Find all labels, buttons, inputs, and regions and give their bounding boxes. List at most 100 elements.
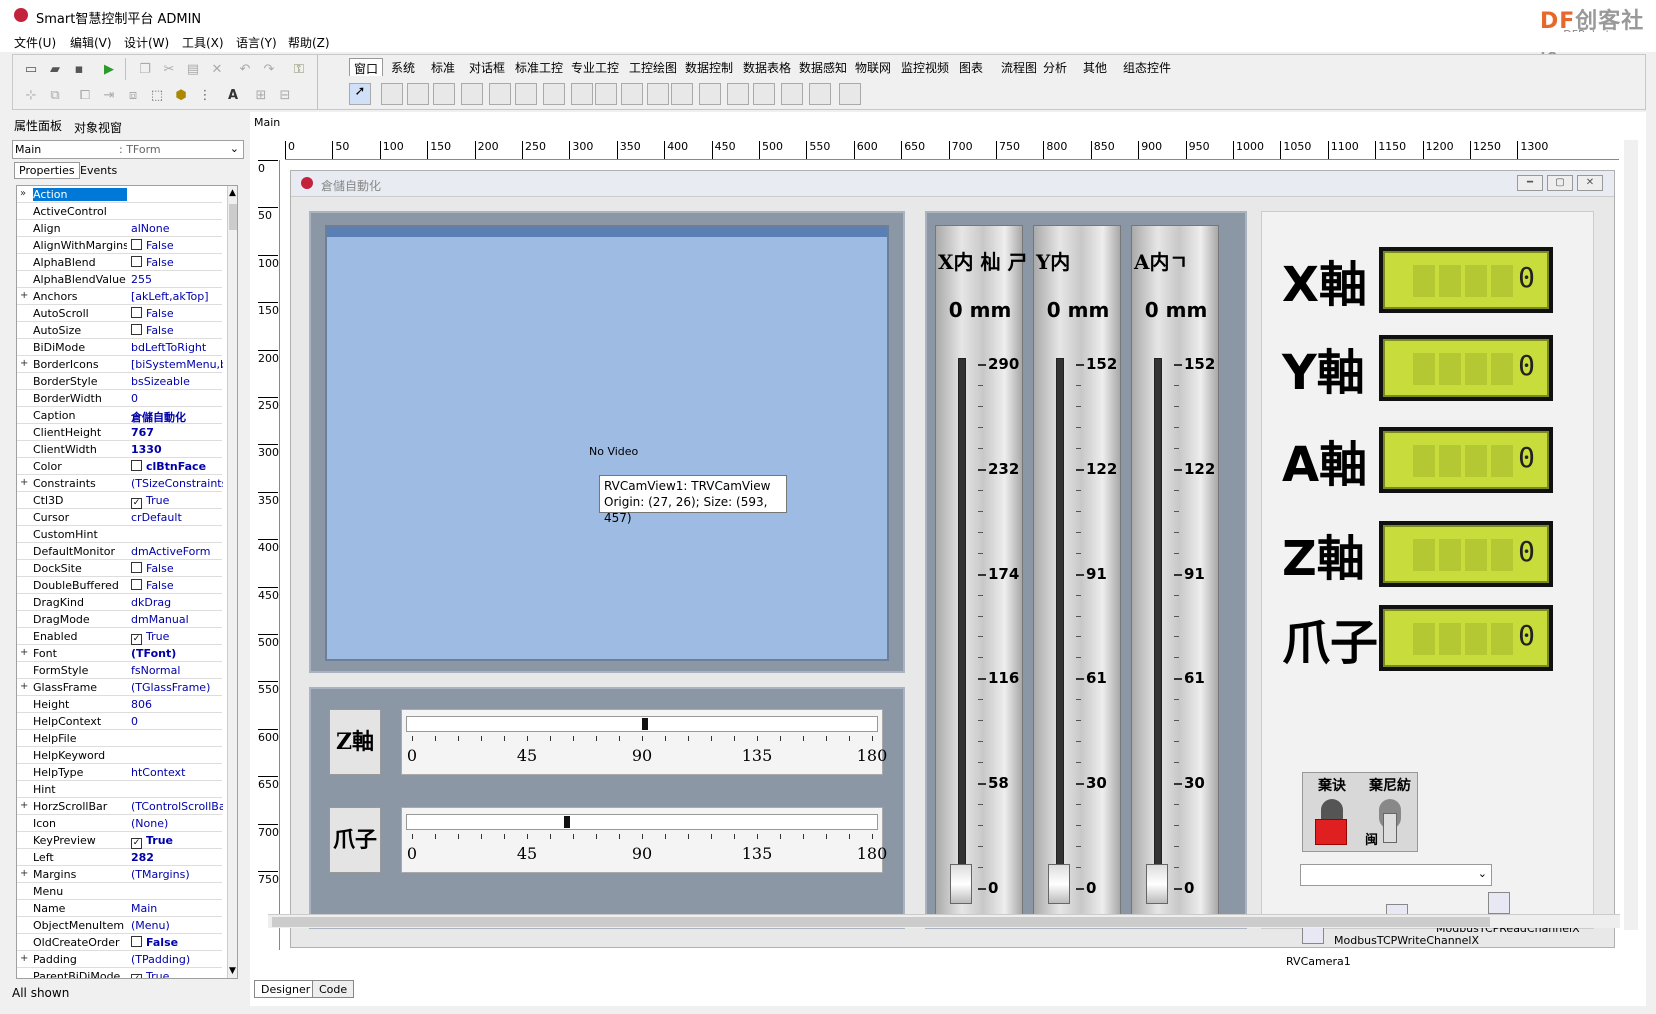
property-value[interactable]: 806	[131, 698, 223, 711]
property-value[interactable]: 767	[131, 426, 223, 439]
property-value[interactable]: (TFont)	[131, 647, 223, 660]
property-value[interactable]: [biSystemMenu,biMini	[131, 358, 223, 371]
property-row[interactable]: Name Main	[17, 900, 222, 917]
checkbox[interactable]	[131, 256, 142, 267]
component-icon[interactable]	[839, 83, 861, 105]
menu-item[interactable]: 设计(W)	[124, 34, 169, 51]
property-value[interactable]: 1330	[131, 443, 223, 456]
property-row[interactable]: BorderWidth 0	[17, 390, 222, 407]
property-row[interactable]: + Margins (TMargins)	[17, 866, 222, 883]
maximize-icon[interactable]: ▢	[1547, 175, 1573, 191]
camera-view[interactable]: No Video	[325, 225, 889, 661]
open-folder-icon[interactable]: ▰	[45, 59, 65, 79]
scroll-down-icon[interactable]: ▼	[229, 966, 236, 976]
v-slider-knob[interactable]	[1146, 864, 1168, 904]
checkbox[interactable]	[131, 579, 142, 590]
palette-tab[interactable]: 数据感知	[795, 58, 851, 76]
copy-icon[interactable]: ❐	[135, 59, 155, 79]
component-icon[interactable]	[753, 83, 775, 105]
property-value[interactable]: dmActiveForm	[131, 545, 223, 558]
palette-tab[interactable]: 标准工控	[511, 58, 567, 76]
palette-tab[interactable]: 窗口	[349, 58, 384, 76]
property-row[interactable]: Caption 倉儲自動化	[17, 407, 222, 424]
scroll-thumb[interactable]	[229, 204, 237, 230]
palette-tab[interactable]: 专业工控	[567, 58, 623, 76]
property-row[interactable]: BorderStyle bsSizeable	[17, 373, 222, 390]
property-row[interactable]: Left 282	[17, 849, 222, 866]
key-icon[interactable]: ⚿	[289, 59, 309, 79]
property-row[interactable]: AutoScroll False	[17, 305, 222, 322]
property-value[interactable]: ✓ True	[131, 494, 223, 509]
property-row[interactable]: ClientHeight 767	[17, 424, 222, 441]
property-row[interactable]: ParentBiDiMode ✓ True	[17, 968, 223, 978]
combo-select[interactable]: ⌄	[1300, 864, 1492, 886]
property-row[interactable]: DragMode dmManual	[17, 611, 222, 628]
tab-properties[interactable]: Properties	[14, 162, 80, 179]
v-slider[interactable]: A内ㄱ 0 mm 152 122 91 61 30 0	[1131, 225, 1219, 919]
property-row[interactable]: HelpFile	[17, 730, 222, 747]
palette-tab[interactable]: 对话框	[465, 58, 509, 76]
save-icon[interactable]: ▪	[69, 59, 89, 79]
property-row[interactable]: + BorderIcons [biSystemMenu,biMini	[17, 356, 223, 373]
component-icon[interactable]	[647, 83, 669, 105]
paste-icon[interactable]: ▤	[183, 59, 203, 79]
designed-form[interactable]: 倉儲自動化 ━ ▢ ✕ No Video RVCamView1: TRVCamV…	[290, 170, 1615, 968]
checkbox[interactable]	[131, 460, 142, 471]
property-row[interactable]: »Action⌄	[17, 186, 222, 203]
checkbox[interactable]	[131, 239, 142, 250]
menu-item[interactable]: 工具(X)	[182, 34, 224, 51]
property-value[interactable]: ✓ True	[131, 970, 223, 978]
property-row[interactable]: Ctl3D ✓ True	[17, 492, 222, 509]
property-row[interactable]: ActiveControl	[17, 203, 222, 220]
scroll-thumb[interactable]	[272, 917, 1490, 927]
property-value[interactable]: dkDrag	[131, 596, 223, 609]
palette-tab[interactable]: 标准	[427, 58, 459, 76]
expand-icon[interactable]: +	[20, 868, 28, 879]
v-slider[interactable]: Y内 0 mm 152 122 91 61 30 0	[1033, 225, 1121, 919]
property-value[interactable]: ✓ True	[131, 630, 223, 645]
redo-icon[interactable]: ↷	[259, 59, 279, 79]
grid-icon[interactable]: ⊟	[275, 85, 295, 105]
property-scrollbar[interactable]: ▲ ▼	[227, 186, 237, 978]
minimize-icon[interactable]: ━	[1517, 175, 1543, 191]
component-icon[interactable]	[699, 83, 721, 105]
h-slider[interactable]: 0 45 90 135 180	[401, 807, 887, 873]
expand-icon[interactable]: +	[20, 800, 28, 811]
property-value[interactable]: 282	[131, 851, 223, 864]
property-row[interactable]: DockSite False	[17, 560, 222, 577]
property-value[interactable]: False	[131, 936, 223, 949]
palette-tab[interactable]: 流程图	[997, 58, 1041, 76]
checkbox[interactable]: ✓	[131, 498, 142, 509]
component-icon[interactable]	[515, 83, 537, 105]
property-row[interactable]: HelpType htContext	[17, 764, 222, 781]
property-row[interactable]: DragKind dkDrag	[17, 594, 222, 611]
property-value[interactable]: (TSizeConstraints)	[131, 477, 223, 490]
property-row[interactable]: AlphaBlend False	[17, 254, 222, 271]
property-value[interactable]: (None)	[131, 817, 223, 830]
component-icon[interactable]	[595, 83, 617, 105]
property-row[interactable]: + Padding (TPadding)	[17, 951, 222, 968]
palette-tab[interactable]: 其他	[1079, 58, 1111, 76]
tab-designer[interactable]: Designer	[254, 980, 318, 998]
run-icon[interactable]: ▶	[99, 59, 119, 79]
property-value[interactable]: False	[131, 239, 223, 252]
property-value[interactable]: [akLeft,akTop]	[131, 290, 223, 303]
component-icon[interactable]: ➚	[349, 83, 371, 105]
property-row[interactable]: Cursor crDefault	[17, 509, 222, 526]
property-row[interactable]: + HorzScrollBar (TControlScrollBar)	[17, 798, 223, 815]
component-icon[interactable]	[381, 83, 403, 105]
expand-icon[interactable]: »	[20, 188, 26, 199]
select-all-icon[interactable]: ⬚	[147, 85, 167, 105]
expand-icon[interactable]: +	[20, 358, 28, 369]
component-icon[interactable]	[407, 83, 429, 105]
component-icon[interactable]	[781, 83, 803, 105]
property-value[interactable]: (Menu)	[131, 919, 223, 932]
expand-icon[interactable]: +	[20, 477, 28, 488]
property-row[interactable]: ObjectMenuItem (Menu)	[17, 917, 222, 934]
component-icon[interactable]	[809, 83, 831, 105]
switch-off[interactable]: 棄诀	[1303, 773, 1361, 853]
designer-hscroll[interactable]	[268, 914, 1620, 928]
property-row[interactable]: AlignWithMargins False	[17, 237, 222, 254]
v-slider[interactable]: X内 杣 ㄕ 0 mm 290 232 174 116 58 0	[935, 225, 1027, 919]
property-row[interactable]: HelpContext 0	[17, 713, 222, 730]
